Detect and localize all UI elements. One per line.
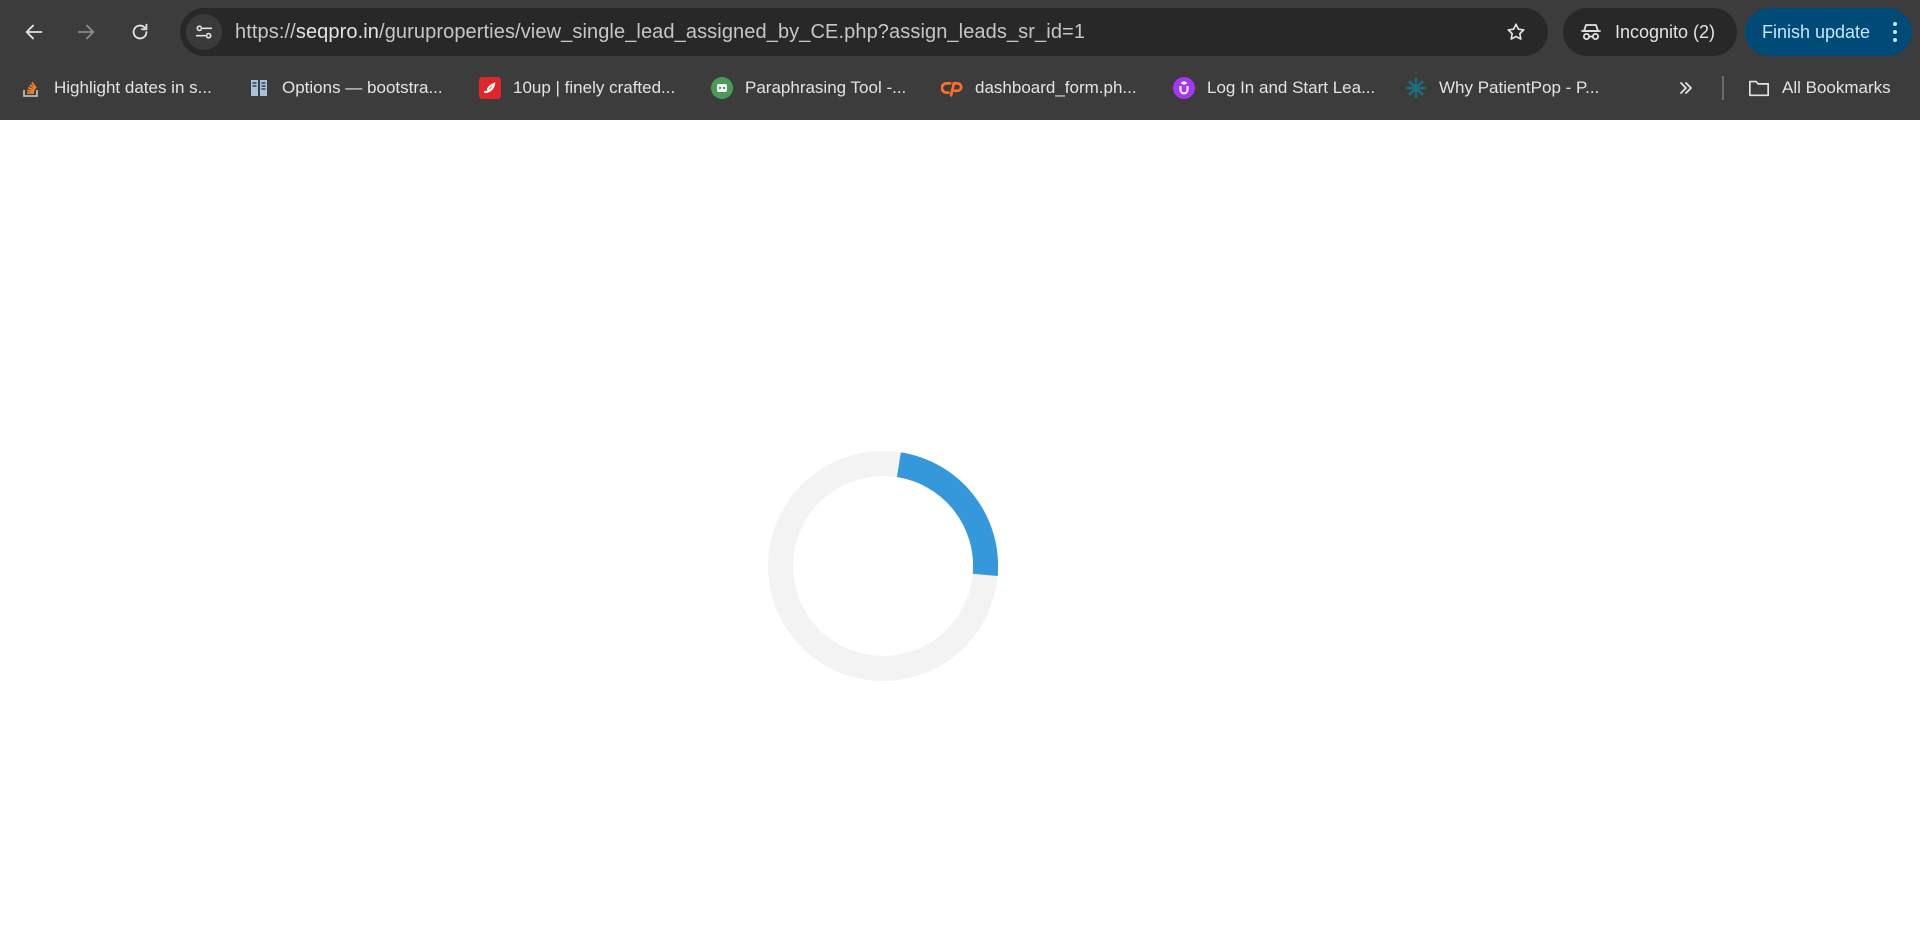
bookmark-item[interactable]: 10up | finely crafted... — [479, 72, 675, 104]
bookmark-label: Paraphrasing Tool -... — [745, 78, 907, 97]
bookmark-item[interactable]: Options — bootstra... — [248, 72, 443, 104]
incognito-label: Incognito (2) — [1615, 21, 1716, 42]
browser-chrome: https://seqpro.in/guruproperties/view_si… — [0, 0, 1920, 120]
browser-toolbar: https://seqpro.in/guruproperties/view_si… — [0, 0, 1920, 64]
bookmark-item[interactable]: Highlight dates in s... — [20, 72, 212, 104]
bookmarks-divider — [1722, 76, 1724, 100]
bookmark-item[interactable]: Log In and Start Lea... — [1173, 72, 1375, 104]
10up-logo-icon — [479, 77, 501, 99]
reload-button[interactable] — [122, 14, 158, 50]
bookmark-label: Highlight dates in s... — [54, 78, 212, 97]
robot-icon — [711, 77, 733, 99]
bookmark-label: 10up | finely crafted... — [513, 78, 676, 97]
bookmark-item[interactable]: Paraphrasing Tool -... — [711, 72, 906, 104]
stackoverflow-icon — [20, 77, 42, 99]
incognito-button[interactable]: Incognito (2) — [1563, 8, 1737, 56]
loading-spinner — [768, 451, 998, 681]
bookmark-label: dashboard_form.ph... — [975, 78, 1137, 97]
back-button[interactable] — [16, 14, 52, 50]
star-icon — [1507, 23, 1525, 40]
all-bookmarks-button[interactable]: All Bookmarks — [1748, 72, 1891, 104]
bookmark-label: Why PatientPop - P... — [1439, 78, 1600, 97]
tune-icon — [195, 25, 213, 39]
site-info-button[interactable] — [186, 14, 222, 50]
finish-update-button[interactable]: Finish update — [1745, 8, 1912, 56]
bookmark-item[interactable]: dashboard_form.ph... — [941, 72, 1137, 104]
bookmark-item[interactable]: Why PatientPop - P... — [1405, 72, 1599, 104]
cpanel-icon — [941, 77, 963, 99]
arrow-right-icon — [77, 24, 95, 40]
bookmark-star-button[interactable] — [1498, 14, 1534, 50]
url-text[interactable]: https://seqpro.in/guruproperties/view_si… — [235, 8, 1085, 56]
more-vert-icon — [1892, 22, 1898, 44]
folder-icon — [1748, 77, 1770, 99]
chevron-double-right-icon — [1680, 82, 1692, 94]
forward-button[interactable] — [68, 14, 104, 50]
finish-update-label: Finish update — [1762, 21, 1871, 42]
all-bookmarks-label: All Bookmarks — [1782, 78, 1891, 97]
bookmark-label: Options — bootstra... — [282, 78, 443, 97]
bookmark-label: Log In and Start Lea... — [1207, 78, 1376, 97]
url-scheme: https:// — [235, 21, 296, 43]
more-bookmarks-button[interactable] — [1676, 72, 1696, 104]
udemy-icon — [1173, 77, 1195, 99]
incognito-icon — [1581, 24, 1601, 40]
spinner-arc — [896, 452, 998, 576]
bookmarks-bar: Highlight dates in s... Options — bootst… — [0, 64, 1920, 112]
reload-icon — [132, 23, 148, 40]
document-icon — [248, 77, 270, 99]
url-host: seqpro.in — [295, 21, 380, 43]
patientpop-icon — [1405, 77, 1427, 99]
address-bar[interactable]: https://seqpro.in/guruproperties/view_si… — [180, 8, 1548, 56]
arrow-left-icon — [25, 24, 43, 40]
url-path: /guruproperties/view_single_lead_assigne… — [379, 21, 1086, 43]
